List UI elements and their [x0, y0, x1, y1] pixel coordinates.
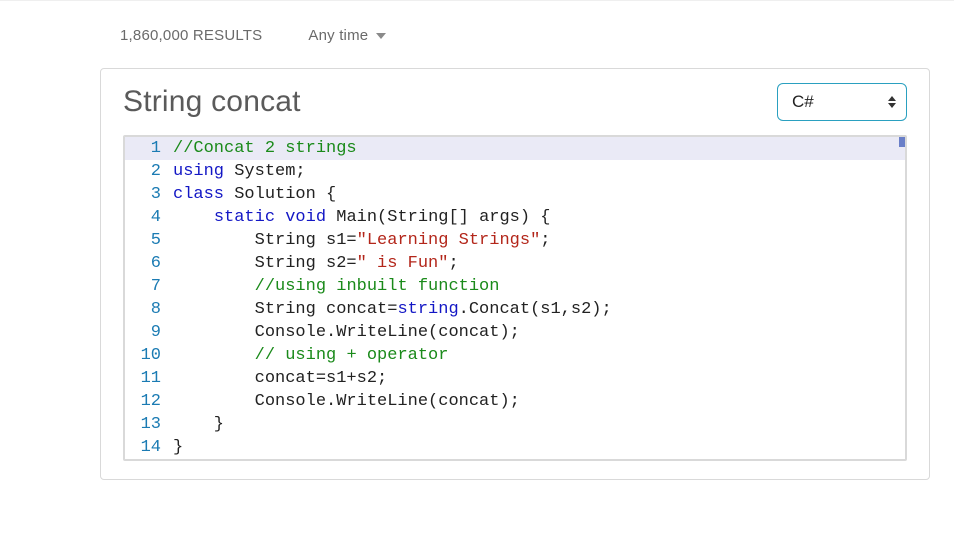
- code-line: 7 //using inbuilt function: [125, 275, 905, 298]
- code-line: 13 }: [125, 413, 905, 436]
- code-line: 10 // using + operator: [125, 344, 905, 367]
- code-content: String s2=" is Fun";: [169, 252, 459, 275]
- line-number: 3: [125, 183, 169, 206]
- code-line: 11 concat=s1+s2;: [125, 367, 905, 390]
- line-number: 5: [125, 229, 169, 252]
- code-content: Console.WriteLine(concat);: [169, 390, 520, 413]
- line-number: 13: [125, 413, 169, 436]
- card-title: String concat: [123, 85, 301, 119]
- card-header: String concat C#: [123, 83, 907, 121]
- sort-arrows-icon: [888, 96, 896, 108]
- line-number: 14: [125, 436, 169, 459]
- code-content: //Concat 2 strings: [169, 137, 357, 160]
- scrollbar-thumb[interactable]: [899, 137, 905, 147]
- code-content: String concat=string.Concat(s1,s2);: [169, 298, 612, 321]
- line-number: 2: [125, 160, 169, 183]
- line-number: 9: [125, 321, 169, 344]
- language-select-value: C#: [792, 92, 814, 112]
- top-divider: [0, 0, 954, 1]
- line-number: 1: [125, 137, 169, 160]
- code-content: }: [169, 436, 183, 459]
- code-line: 8 String concat=string.Concat(s1,s2);: [125, 298, 905, 321]
- code-line: 4 static void Main(String[] args) {: [125, 206, 905, 229]
- code-content: class Solution {: [169, 183, 336, 206]
- line-number: 6: [125, 252, 169, 275]
- code-content: concat=s1+s2;: [169, 367, 387, 390]
- code-content: //using inbuilt function: [169, 275, 499, 298]
- code-line: 12 Console.WriteLine(concat);: [125, 390, 905, 413]
- code-line: 6 String s2=" is Fun";: [125, 252, 905, 275]
- time-filter-label: Any time: [308, 27, 368, 44]
- code-content: using System;: [169, 160, 306, 183]
- code-line: 2using System;: [125, 160, 905, 183]
- code-line: 1//Concat 2 strings: [125, 137, 905, 160]
- code-lines: 1//Concat 2 strings2using System;3class …: [125, 137, 905, 459]
- code-content: String s1="Learning Strings";: [169, 229, 550, 252]
- results-count-label: 1,860,000 RESULTS: [120, 27, 262, 44]
- code-line: 14}: [125, 436, 905, 459]
- line-number: 7: [125, 275, 169, 298]
- code-line: 5 String s1="Learning Strings";: [125, 229, 905, 252]
- code-line: 3class Solution {: [125, 183, 905, 206]
- time-filter-dropdown[interactable]: Any time: [308, 27, 386, 44]
- results-meta-row: 1,860,000 RESULTS Any time: [24, 27, 930, 44]
- language-select[interactable]: C#: [777, 83, 907, 121]
- chevron-down-icon: [376, 33, 386, 39]
- code-line: 9 Console.WriteLine(concat);: [125, 321, 905, 344]
- code-content: Console.WriteLine(concat);: [169, 321, 520, 344]
- code-answer-card: String concat C# 1//Concat 2 strings2usi…: [100, 68, 930, 480]
- code-box[interactable]: 1//Concat 2 strings2using System;3class …: [123, 135, 907, 461]
- code-content: static void Main(String[] args) {: [169, 206, 550, 229]
- line-number: 4: [125, 206, 169, 229]
- line-number: 11: [125, 367, 169, 390]
- line-number: 12: [125, 390, 169, 413]
- line-number: 10: [125, 344, 169, 367]
- code-content: }: [169, 413, 224, 436]
- code-content: // using + operator: [169, 344, 448, 367]
- line-number: 8: [125, 298, 169, 321]
